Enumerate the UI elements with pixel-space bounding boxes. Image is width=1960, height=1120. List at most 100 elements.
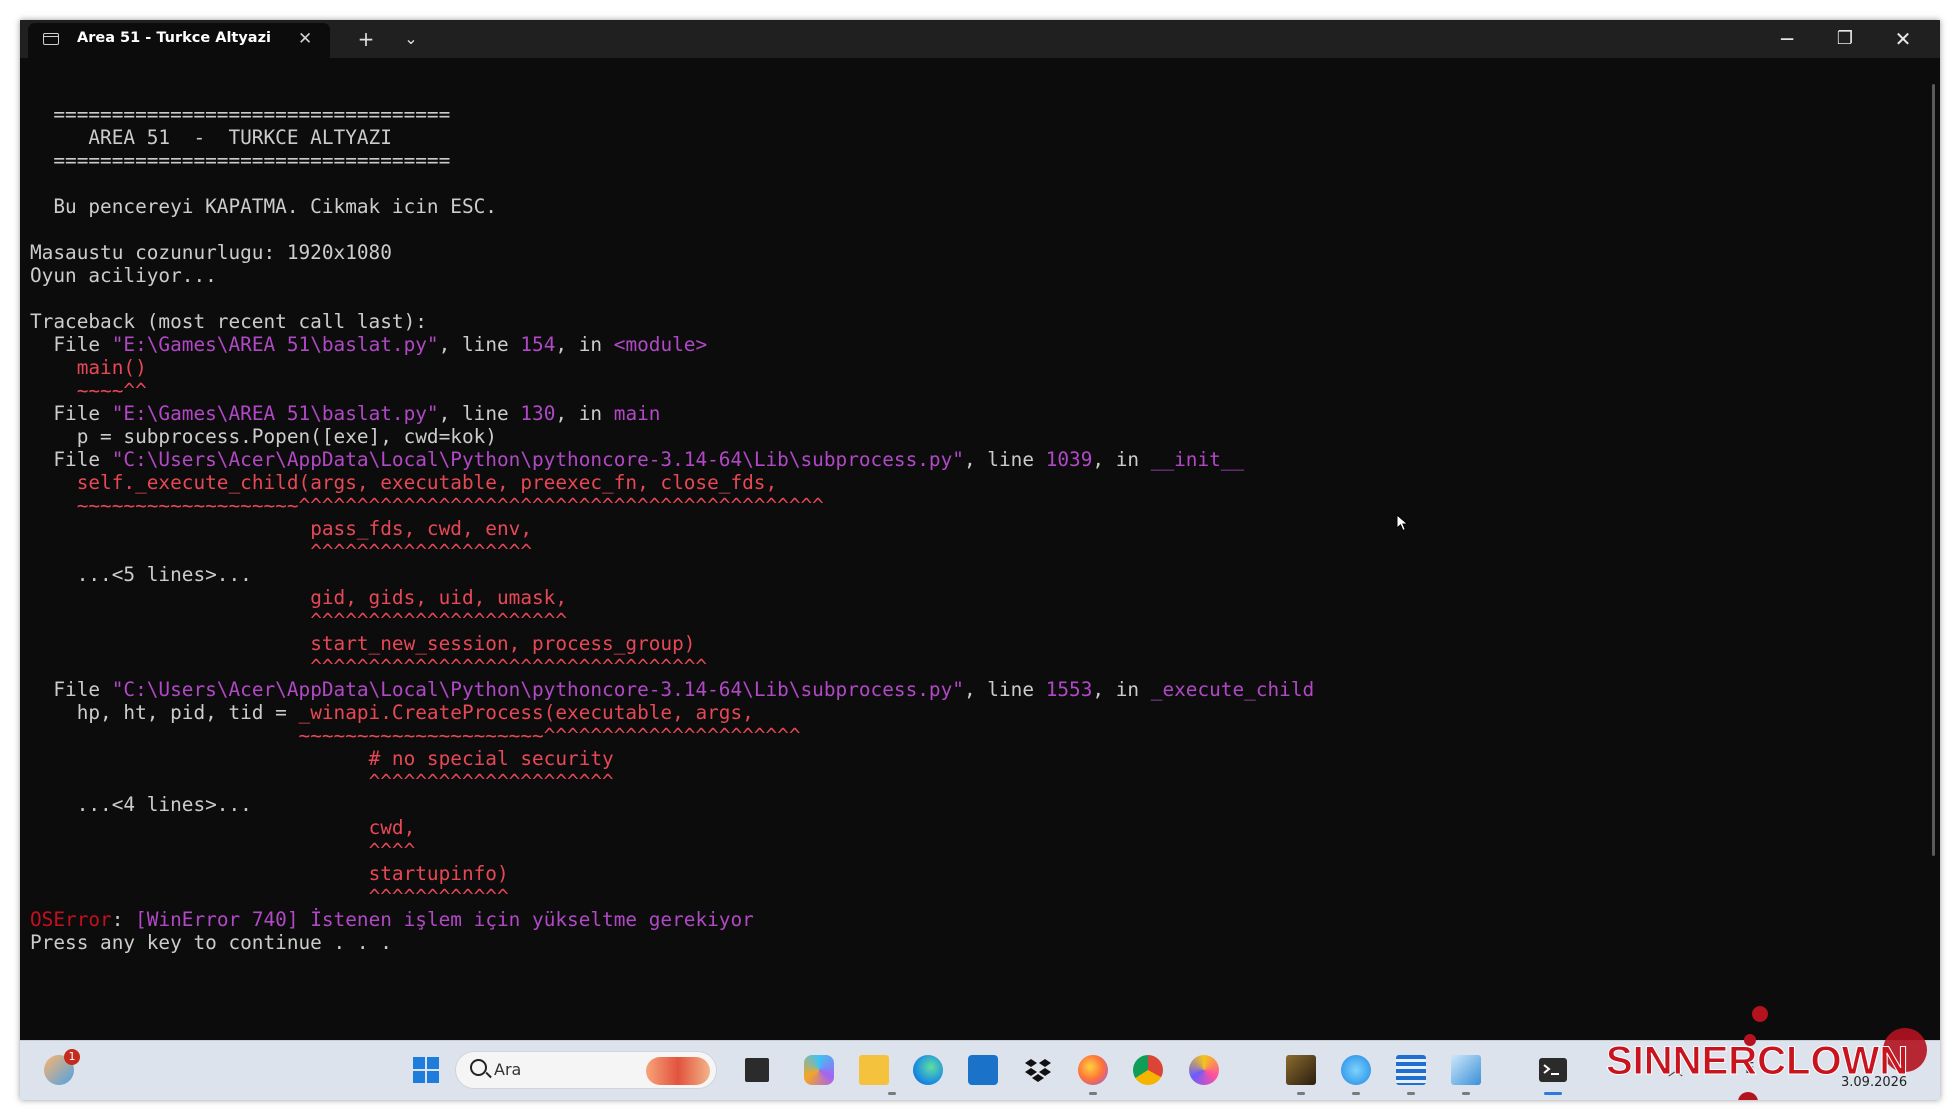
terminal-line: ~~~~~~~~~~~~~~~~~~~^^^^^^^^^^^^^^^^^^^^^… [30, 494, 1910, 517]
weather-widget-icon[interactable]: 1 [44, 1049, 80, 1085]
terminal-line: ...<4 lines>... [30, 793, 1910, 816]
terminal-text: ^^^^^^^^^^^^ [368, 885, 509, 908]
terminal-text: Bu pencereyi KAPATMA. Cikmak icin ESC. [30, 195, 497, 218]
terminal-text: ~~~~^^ [76, 379, 147, 402]
terminal-text: ^^^^^^^^^^^^^^^^^^^ [310, 540, 532, 563]
terminal-text: ================================== [30, 103, 451, 126]
terminal-tab[interactable]: Area 51 - Turkce Altyazi ✕ [28, 23, 330, 58]
terminal-line: startupinfo) [30, 862, 1910, 885]
terminal-line: ^^^^^^^^^^^^^^^^^^^^^ [30, 770, 1910, 793]
terminal-line: # no special security [30, 747, 1910, 770]
terminal-text: ^^^^^^^^^^^^^^^^^^^^^^^^^^^^^^^^^^ [310, 655, 708, 678]
terminal-line: hp, ht, pid, tid = _winapi.CreateProcess… [30, 701, 1910, 724]
close-window-button[interactable]: ✕ [1874, 20, 1932, 58]
notepad-running-indicator [1407, 1092, 1415, 1095]
dropbox-icon[interactable] [1023, 1055, 1053, 1085]
terminal-text: ...<4 lines>... [30, 793, 252, 816]
terminal-line: ~~~~~~~~~~~~~~~~~~~~~^^^^^^^^^^^^^^^^^^^… [30, 724, 1910, 747]
watermark-logo: SINNERCLOWN [1606, 1006, 1927, 1100]
terminal-line: Masaustu cozunurlugu: 1920x1080 [30, 241, 1910, 264]
terminal-line: ^^^^^^^^^^^^^^^^^^^^^^^^^^^^^^^^^^ [30, 655, 1910, 678]
terminal-text: main() [76, 356, 147, 379]
terminal-text: Traceback (most recent call last): [30, 310, 427, 333]
task-view-icon[interactable] [745, 1058, 769, 1082]
store-icon[interactable] [968, 1055, 998, 1085]
terminal-text: hp, ht, pid, tid = [30, 701, 299, 724]
terminal-line: ^^^^ [30, 839, 1910, 862]
terminal-text: File [30, 333, 112, 356]
copilot-icon[interactable] [804, 1055, 834, 1085]
terminal-text: "C:\Users\Acer\AppData\Local\Python\pyth… [111, 448, 964, 471]
terminal-line: ================================== [30, 103, 1910, 126]
terminal-active-indicator [1544, 1092, 1562, 1095]
terminal-text: # no special security [368, 747, 614, 770]
terminal-text: "E:\Games\AREA 51\baslat.py" [111, 333, 439, 356]
app-icon[interactable] [1189, 1055, 1219, 1085]
terminal-text: , line [438, 333, 521, 356]
terminal-text: "E:\Games\AREA 51\baslat.py" [111, 402, 439, 425]
terminal-line: cwd, [30, 816, 1910, 839]
minimize-button[interactable]: ─ [1758, 20, 1816, 58]
file-explorer-icon[interactable] [859, 1055, 889, 1085]
control-panel-icon[interactable] [1451, 1055, 1481, 1085]
terminal-output[interactable]: ================================== AREA … [30, 80, 1910, 954]
mouse-pointer-icon [1396, 514, 1409, 532]
terminal-line: p = subprocess.Popen([exe], cwd=kok) [30, 425, 1910, 448]
terminal-text: , in [1092, 448, 1151, 471]
terminal-line: Press any key to continue . . . [30, 931, 1910, 954]
start-button-icon[interactable] [411, 1055, 441, 1085]
terminal-text: (args, executable, preexec_fn, close_fds… [298, 471, 778, 494]
new-tab-button[interactable]: + [351, 24, 381, 54]
terminal-line: Traceback (most recent call last): [30, 310, 1910, 333]
terminal-line: ...<5 lines>... [30, 563, 1910, 586]
tab-close-button[interactable]: ✕ [298, 27, 312, 51]
restore-button[interactable]: ❐ [1816, 20, 1874, 58]
chrome-icon[interactable] [1133, 1055, 1163, 1085]
terminal-text: Masaustu cozunurlugu: 1920x1080 [30, 241, 392, 264]
terminal-text: ^^^^^^^^^^^^^^^^^^^^^^ [310, 609, 568, 632]
terminal-text: Oyun aciliyor... [30, 264, 217, 287]
search-highlight-icon [646, 1057, 710, 1085]
terminal-line: ^^^^^^^^^^^^^^^^^^^^^^ [30, 609, 1910, 632]
terminal-line: pass_fds, cwd, env, [30, 517, 1910, 540]
panel-running-indicator [1462, 1092, 1470, 1095]
firefox-icon[interactable] [1078, 1055, 1108, 1085]
search-placeholder: Ara [494, 1060, 522, 1079]
tab-dropdown-button[interactable]: ⌄ [396, 24, 426, 54]
terminal-text: , line [963, 678, 1046, 701]
terminal-text: , in [555, 402, 614, 425]
terminal-line: ~~~~^^ [30, 379, 1910, 402]
terminal-text: ~~~~~~~~~~~~~~~~~~~~~^^^^^^^^^^^^^^^^^^^… [298, 724, 801, 747]
terminal-line: File "E:\Games\AREA 51\baslat.py", line … [30, 402, 1910, 425]
terminal-line: File "C:\Users\Acer\AppData\Local\Python… [30, 678, 1910, 701]
terminal-text: (executable, args, [543, 701, 754, 724]
terminal-line: ^^^^^^^^^^^^^^^^^^^ [30, 540, 1910, 563]
terminal-icon [43, 33, 59, 45]
terminal-line: ================================== [30, 149, 1910, 172]
notepad-icon[interactable] [1396, 1055, 1426, 1085]
terminal-line: File "E:\Games\AREA 51\baslat.py", line … [30, 333, 1910, 356]
edge-icon[interactable] [913, 1055, 943, 1085]
terminal-app-icon[interactable] [1538, 1055, 1568, 1085]
terminal-text: "C:\Users\Acer\AppData\Local\Python\pyth… [111, 678, 964, 701]
settings-app-icon[interactable] [1341, 1055, 1371, 1085]
scrollbar[interactable] [1932, 84, 1935, 856]
terminal-text: ~~~~~~~~~~~~~~~~~~~^^^^^^^^^^^^^^^^^^^^^… [76, 494, 824, 517]
terminal-text: ^^^^^^^^^^^^^^^^^^^^^ [368, 770, 614, 793]
game-icon[interactable] [1286, 1055, 1316, 1085]
search-box[interactable]: Ara [455, 1051, 717, 1089]
